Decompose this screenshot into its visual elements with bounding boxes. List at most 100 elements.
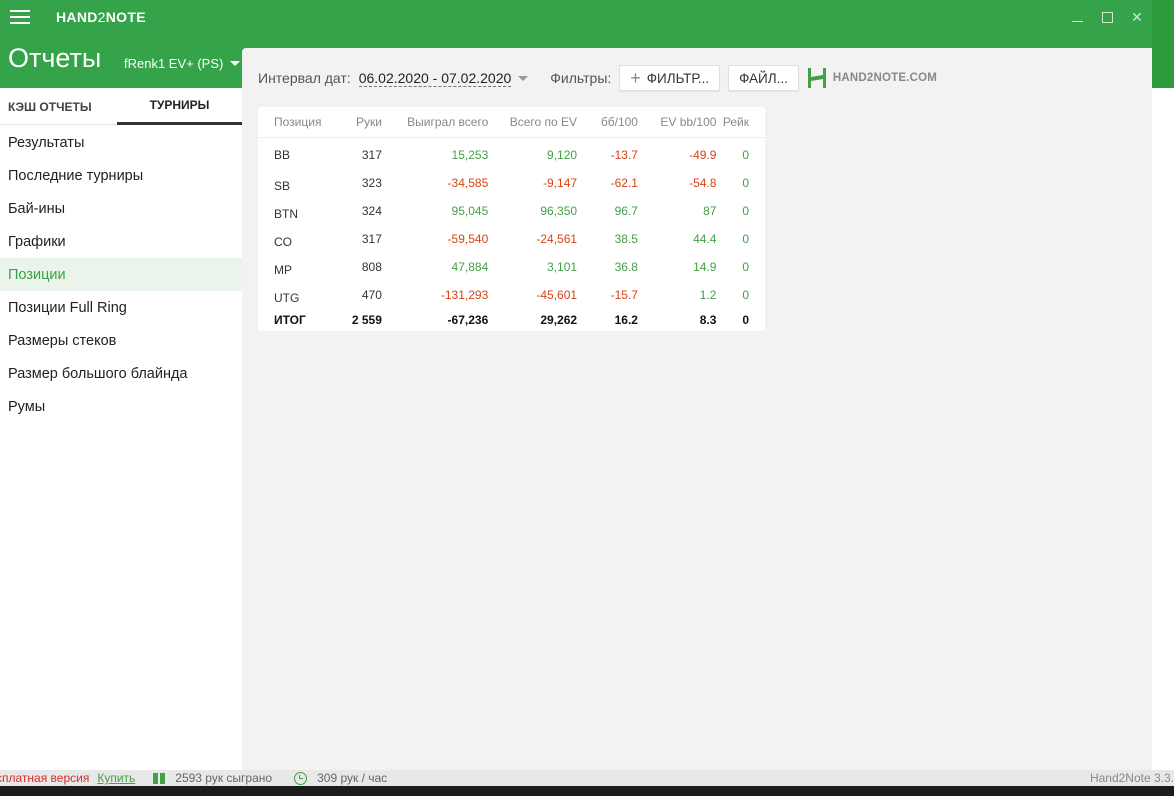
maximize-button[interactable] xyxy=(1092,0,1122,34)
cell-bb100: 96.7 xyxy=(614,204,638,218)
sidebar-item-big-blind-size[interactable]: Размер большого блайнда xyxy=(0,357,242,390)
cell-position: MP xyxy=(274,263,292,277)
cell-ev-bb100: 44.4 xyxy=(693,232,717,246)
cell-bb100: -15.7 xyxy=(610,288,638,302)
taskbar-strip xyxy=(0,786,1174,796)
cell-ev-bb100: 8.3 xyxy=(699,312,717,327)
hands-per-hour: 309 рук / час xyxy=(294,771,387,785)
cell-position: BB xyxy=(274,148,291,163)
cell-ev-bb100: -54.8 xyxy=(689,176,717,190)
hands-per-hour-text: 309 рук / час xyxy=(317,771,388,785)
cell-ev: 3,101 xyxy=(547,260,578,274)
cell-hands: 808 xyxy=(361,260,382,274)
toolbar: Интервал дат: 06.02.2020 - 07.02.2020 Фи… xyxy=(258,65,937,91)
cell-hands: 2 559 xyxy=(351,312,382,327)
positions-table: Позиция Руки Выиграл всего Всего по EV б… xyxy=(258,107,765,330)
app-brand: HAND2NOTE xyxy=(56,9,146,25)
column-header-ev-bb100[interactable]: EV bb/100 xyxy=(637,107,717,138)
app-version: Hand2Note 3.3. xyxy=(1089,771,1174,785)
add-filter-button[interactable]: + ФИЛЬТР... xyxy=(619,65,721,91)
sidebar-item-stack-sizes[interactable]: Размеры стеков xyxy=(0,324,242,357)
app-window: HAND2NOTE ✕ Отчеты fRenk1 EV+ (PS) КЭШ О… xyxy=(0,0,1152,770)
cell-rake: 0 xyxy=(742,232,749,246)
sidebar-item-results[interactable]: Результаты xyxy=(0,126,242,159)
cell-bb100: -13.7 xyxy=(610,148,638,163)
cell-position: SB xyxy=(274,179,291,193)
cell-won: -131,293 xyxy=(440,288,489,302)
cards-icon xyxy=(153,772,166,784)
table-row[interactable]: UTG 470 -131,293 -45,601 -15.7 1.2 0 xyxy=(258,281,765,309)
cell-ev: 96,350 xyxy=(540,204,578,218)
player-selector[interactable]: fRenk1 EV+ (PS) xyxy=(124,56,241,71)
report-tabs: КЭШ ОТЧЕТЫ ТУРНИРЫ xyxy=(0,88,242,125)
background-window xyxy=(1152,0,1174,796)
table-row[interactable]: CO 317 -59,540 -24,561 38.5 44.4 0 xyxy=(258,225,765,253)
filters-label: Фильтры: xyxy=(550,70,612,86)
sidebar: КЭШ ОТЧЕТЫ ТУРНИРЫ Результаты Последние … xyxy=(0,88,242,770)
cell-ev: 29,262 xyxy=(540,312,578,327)
maximize-icon xyxy=(1101,11,1113,23)
table-total-row: ИТОГ 2 559 -67,236 29,262 16.2 8.3 0 xyxy=(258,309,765,330)
cell-rake: 0 xyxy=(742,260,749,274)
table-row[interactable]: SB 323 -34,585 -9,147 -62.1 -54.8 0 xyxy=(258,169,765,197)
plus-icon: + xyxy=(630,68,641,88)
cell-position: BTN xyxy=(274,207,298,221)
tab-tournaments[interactable]: ТУРНИРЫ xyxy=(117,88,242,125)
chevron-down-icon[interactable] xyxy=(518,75,529,81)
file-button[interactable]: ФАЙЛ... xyxy=(728,65,799,91)
cell-ev-bb100: 1.2 xyxy=(699,288,717,302)
minimize-button[interactable] xyxy=(1062,0,1092,34)
file-button-label: ФАЙЛ... xyxy=(739,70,788,86)
cell-hands: 470 xyxy=(361,288,382,302)
cell-bb100: 36.8 xyxy=(614,260,638,274)
sidebar-item-recent-tournaments[interactable]: Последние турниры xyxy=(0,159,242,192)
sidebar-item-positions-full-ring[interactable]: Позиции Full Ring xyxy=(0,291,242,324)
buy-link[interactable]: Купить xyxy=(97,771,135,785)
column-header-position[interactable]: Позиция xyxy=(258,107,333,138)
cell-rake: 0 xyxy=(742,148,749,163)
cell-ev-bb100: 14.9 xyxy=(693,260,717,274)
column-header-bb100[interactable]: бб/100 xyxy=(577,107,638,138)
report-menu: Результаты Последние турниры Бай-ины Гра… xyxy=(0,126,242,423)
cell-bb100: 16.2 xyxy=(614,312,638,327)
cell-ev-bb100: -49.9 xyxy=(689,148,717,163)
hamburger-menu-icon[interactable] xyxy=(10,10,30,24)
hands-played-text: 2593 рук сыграно xyxy=(175,771,273,785)
cell-won: -67,236 xyxy=(447,312,489,327)
window-controls: ✕ xyxy=(1062,0,1152,34)
sidebar-item-positions[interactable]: Позиции xyxy=(0,258,242,291)
table-row[interactable]: BB 317 15,253 9,120 -13.7 -49.9 0 xyxy=(258,137,765,169)
cell-position: UTG xyxy=(274,291,300,305)
close-button[interactable]: ✕ xyxy=(1122,0,1152,34)
column-header-rake[interactable]: Рейк xyxy=(716,107,765,138)
cell-ev: -24,561 xyxy=(536,232,578,246)
sidebar-item-buyins[interactable]: Бай-ины xyxy=(0,192,242,225)
sidebar-item-graphs[interactable]: Графики xyxy=(0,225,242,258)
cell-won: 15,253 xyxy=(451,148,489,163)
cell-rake: 0 xyxy=(742,288,749,302)
close-icon: ✕ xyxy=(1131,8,1143,25)
cell-hands: 317 xyxy=(361,148,382,163)
column-header-ev-total[interactable]: Всего по EV xyxy=(488,107,578,138)
table-row[interactable]: MP 808 47,884 3,101 36.8 14.9 0 xyxy=(258,253,765,281)
positions-table-card: Позиция Руки Выиграл всего Всего по EV б… xyxy=(258,107,765,331)
cell-ev-bb100: 87 xyxy=(703,204,717,218)
title-bar: HAND2NOTE ✕ xyxy=(0,0,1152,34)
column-header-won-total[interactable]: Выиграл всего xyxy=(381,107,489,138)
cell-won: -34,585 xyxy=(447,176,489,190)
hand2note-logo-icon xyxy=(807,68,826,88)
cell-won: 95,045 xyxy=(451,204,489,218)
cell-bb100: -62.1 xyxy=(610,176,638,190)
date-range-picker[interactable]: 06.02.2020 - 07.02.2020 xyxy=(358,70,512,87)
cell-ev: -9,147 xyxy=(543,176,578,190)
background-window-body xyxy=(1152,88,1174,778)
tab-cash-reports[interactable]: КЭШ ОТЧЕТЫ xyxy=(0,88,117,125)
sidebar-item-rooms[interactable]: Румы xyxy=(0,390,242,423)
hand2note-logo[interactable]: HAND2NOTE.COM xyxy=(807,67,937,89)
cell-won: -59,540 xyxy=(447,232,489,246)
column-header-hands[interactable]: Руки xyxy=(332,107,382,138)
cell-rake: 0 xyxy=(742,204,749,218)
table-header-row: Позиция Руки Выиграл всего Всего по EV б… xyxy=(258,107,765,138)
minimize-icon xyxy=(1071,20,1083,22)
table-row[interactable]: BTN 324 95,045 96,350 96.7 87 0 xyxy=(258,197,765,225)
